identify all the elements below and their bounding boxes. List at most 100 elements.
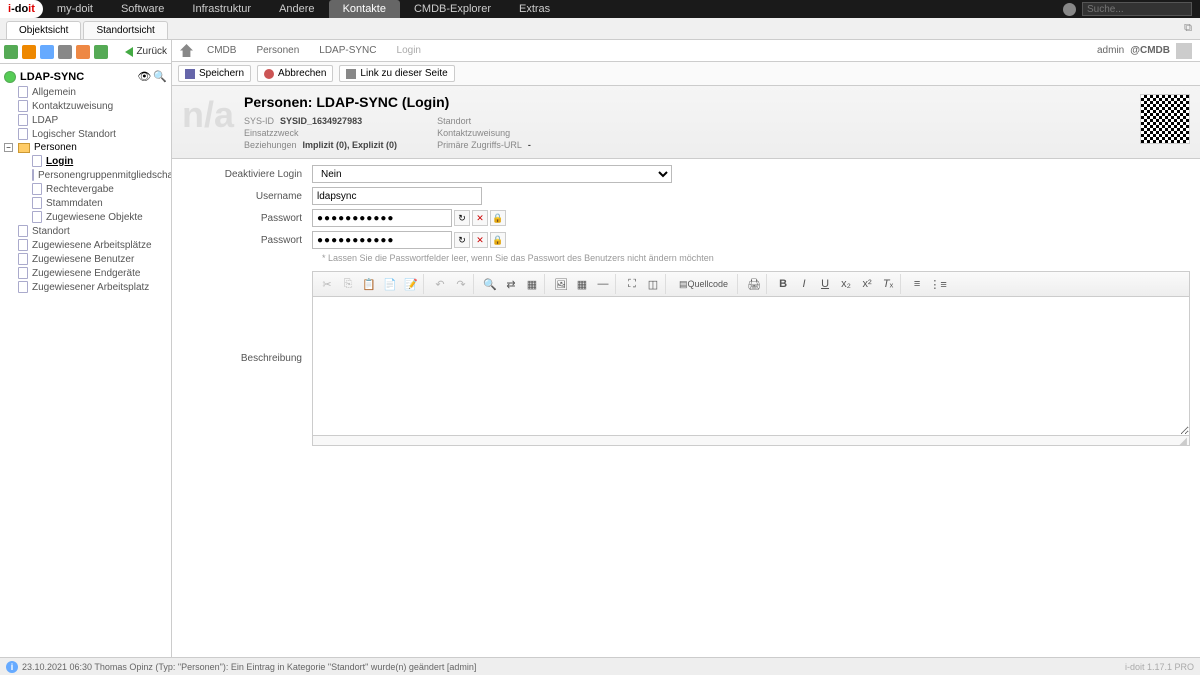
form: Deaktiviere Login Nein Username Passwort… <box>172 159 1200 456</box>
tool-book-icon[interactable] <box>58 45 72 59</box>
ed-source-button[interactable]: ▤ Quellcode <box>672 274 735 294</box>
tree-stammdaten[interactable]: Stammdaten <box>4 196 167 210</box>
tab-standortsicht[interactable]: Standortsicht <box>83 21 167 39</box>
tool-expand-icon[interactable] <box>4 45 18 59</box>
breadcrumb: CMDB Personen LDAP-SYNC Login admin @CMD… <box>172 40 1200 62</box>
footer: i 23.10.2021 06:30 Thomas Opinz (Typ: "P… <box>0 657 1200 675</box>
cancel-button[interactable]: Abbrechen <box>257 65 333 82</box>
crumb-personen[interactable]: Personen <box>250 45 305 56</box>
label-pw2: Passwort <box>182 235 312 246</box>
ed-undo-icon[interactable]: ↶ <box>430 274 450 294</box>
ed-table-icon[interactable]: ▦ <box>572 274 592 294</box>
ed-sub-icon[interactable]: x₂ <box>836 274 856 294</box>
tree-root[interactable]: LDAP-SYNC 👁 🔍 <box>4 68 167 85</box>
pw2-clear-icon[interactable]: ✕ <box>472 232 488 248</box>
tree-arbeitsplaetze[interactable]: Zugewiesene Arbeitsplätze <box>4 238 167 252</box>
tree-kontaktzuweisung[interactable]: Kontaktzuweisung <box>4 99 167 113</box>
nav-cmdb-explorer[interactable]: CMDB-Explorer <box>400 0 505 18</box>
save-button[interactable]: Speichern <box>178 65 251 82</box>
tool-collapse-icon[interactable] <box>22 45 36 59</box>
ed-ul-icon[interactable]: ⋮≡ <box>928 274 948 294</box>
home-icon[interactable] <box>180 44 193 57</box>
folder-icon <box>18 143 30 153</box>
cancel-icon <box>264 69 274 79</box>
label-pw1: Passwort <box>182 213 312 224</box>
pw2-refresh-icon[interactable]: ↻ <box>454 232 470 248</box>
editor-body[interactable] <box>312 296 1190 436</box>
crumb-cmdb[interactable]: CMDB <box>201 45 242 56</box>
search-input[interactable] <box>1082 2 1192 16</box>
nav-software[interactable]: Software <box>107 0 178 18</box>
ed-ol-icon[interactable]: ≡ <box>907 274 927 294</box>
user-name: admin <box>1097 45 1124 56</box>
tree-zugewiesene-objekte[interactable]: Zugewiesene Objekte <box>4 210 167 224</box>
ed-paste-text-icon[interactable]: 📄 <box>380 274 400 294</box>
eye-icon[interactable]: 👁 <box>137 70 151 83</box>
link-button[interactable]: Link zu dieser Seite <box>339 65 454 82</box>
tree-benutzer[interactable]: Zugewiesene Benutzer <box>4 252 167 266</box>
tab-external-icon[interactable]: ⧉ <box>1176 22 1200 35</box>
ed-maximize-icon[interactable]: ⛶ <box>622 274 642 294</box>
help-icon[interactable] <box>1063 3 1076 16</box>
tree-ldap[interactable]: LDAP <box>4 113 167 127</box>
tab-objektsicht[interactable]: Objektsicht <box>6 21 81 39</box>
ed-paste-word-icon[interactable]: 📝 <box>401 274 421 294</box>
label-username: Username <box>182 191 312 202</box>
content: CMDB Personen LDAP-SYNC Login admin @CMD… <box>172 40 1200 657</box>
pw1-clear-icon[interactable]: ✕ <box>472 210 488 226</box>
ed-copy-icon[interactable]: ⎘ <box>338 274 358 294</box>
ed-italic-icon[interactable]: I <box>794 274 814 294</box>
ed-blocks-icon[interactable]: ◫ <box>643 274 663 294</box>
ed-removeformat-icon[interactable]: Tₓ <box>878 274 898 294</box>
ed-find-icon[interactable]: 🔍 <box>480 274 500 294</box>
ed-underline-icon[interactable]: U <box>815 274 835 294</box>
tool-refresh-icon[interactable] <box>40 45 54 59</box>
ed-bold-icon[interactable]: B <box>773 274 793 294</box>
pw2-lock-icon[interactable]: 🔒 <box>490 232 506 248</box>
back-button[interactable]: Zurück <box>125 46 167 57</box>
ed-print-icon[interactable]: 🖨 <box>744 274 764 294</box>
tool-lock-icon[interactable] <box>76 45 90 59</box>
ed-sup-icon[interactable]: x² <box>857 274 877 294</box>
tree-rechtevergabe[interactable]: Rechtevergabe <box>4 182 167 196</box>
password1-input[interactable] <box>312 209 452 227</box>
deactivate-select[interactable]: Nein <box>312 165 672 183</box>
pw1-refresh-icon[interactable]: ↻ <box>454 210 470 226</box>
tree-standort[interactable]: Standort <box>4 224 167 238</box>
tree-allgemein[interactable]: Allgemein <box>4 85 167 99</box>
page-title: Personen: LDAP-SYNC (Login) <box>244 94 1190 110</box>
ed-paste-icon[interactable]: 📋 <box>359 274 379 294</box>
tree-personengruppen[interactable]: Personengruppenmitgliedschaft <box>4 168 167 182</box>
tool-check-icon[interactable] <box>94 45 108 59</box>
ed-selectall-icon[interactable]: ▦ <box>522 274 542 294</box>
tree-logischer-standort[interactable]: Logischer Standort <box>4 127 167 141</box>
ed-cut-icon[interactable]: ✂ <box>317 274 337 294</box>
tree-arbeitsplatz[interactable]: Zugewiesener Arbeitsplatz <box>4 280 167 294</box>
ed-replace-icon[interactable]: ⇄ <box>501 274 521 294</box>
tree-endgeraete[interactable]: Zugewiesene Endgeräte <box>4 266 167 280</box>
ed-redo-icon[interactable]: ↷ <box>451 274 471 294</box>
qr-code[interactable] <box>1140 94 1190 144</box>
avatar[interactable] <box>1176 43 1192 59</box>
tree-personen[interactable]: −Personen <box>4 141 167 154</box>
nav-infrastruktur[interactable]: Infrastruktur <box>178 0 265 18</box>
password2-input[interactable] <box>312 231 452 249</box>
editor-resize-handle[interactable]: ◢ <box>312 436 1190 446</box>
tree: LDAP-SYNC 👁 🔍 Allgemein Kontaktzuweisung… <box>0 64 171 657</box>
nav-kontakte[interactable]: Kontakte <box>329 0 400 18</box>
nav-andere[interactable]: Andere <box>265 0 328 18</box>
logo[interactable]: i-doit <box>0 0 43 18</box>
user-domain: @CMDB <box>1130 45 1170 56</box>
crumb-ldapsync[interactable]: LDAP-SYNC <box>313 45 382 56</box>
pw1-lock-icon[interactable]: 🔒 <box>490 210 506 226</box>
crumb-login: Login <box>391 45 427 56</box>
ed-image-icon[interactable]: 🖼 <box>551 274 571 294</box>
nav-extras[interactable]: Extras <box>505 0 564 18</box>
search-icon[interactable]: 🔍 <box>153 70 167 83</box>
top-nav: i-doit my-doit Software Infrastruktur An… <box>0 0 1200 18</box>
tree-login[interactable]: Login <box>4 154 167 168</box>
ed-hr-icon[interactable]: — <box>593 274 613 294</box>
sidebar: Zurück LDAP-SYNC 👁 🔍 Allgemein Kontaktzu… <box>0 40 172 657</box>
username-input[interactable] <box>312 187 482 205</box>
nav-mydoit[interactable]: my-doit <box>43 0 107 18</box>
